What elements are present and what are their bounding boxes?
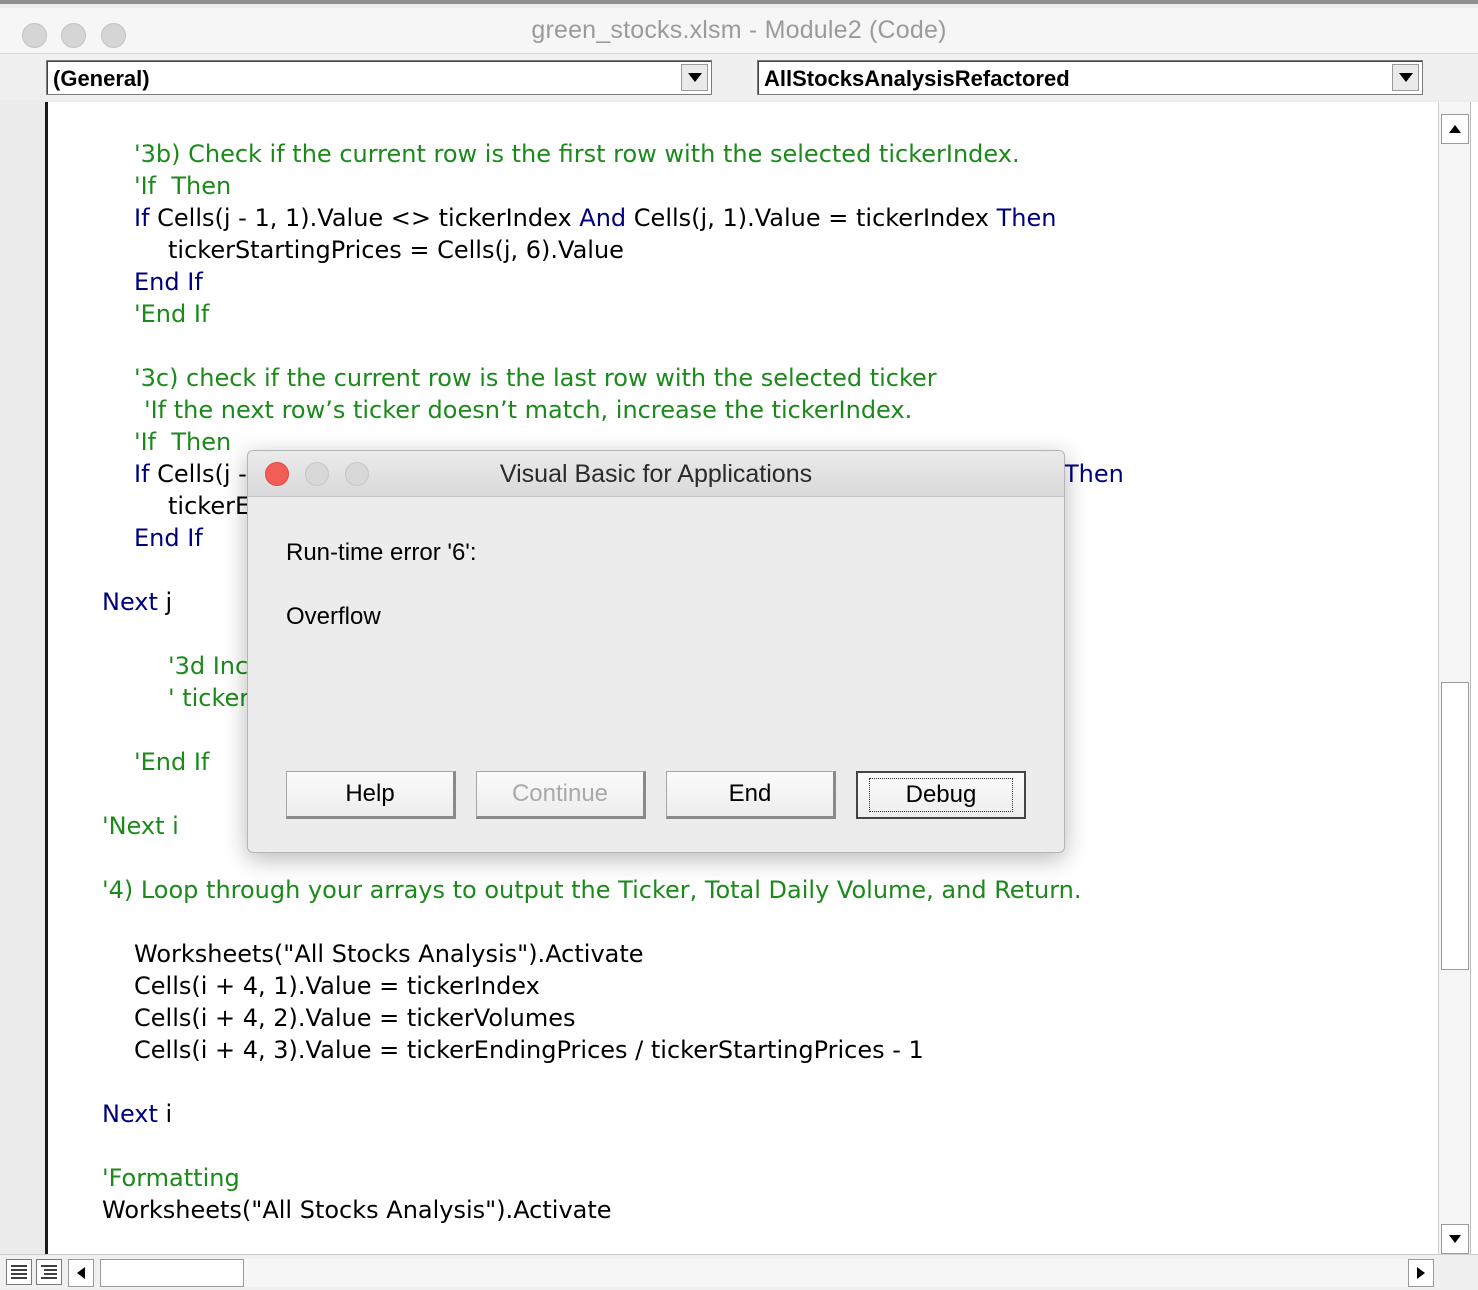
object-dropdown[interactable]: (General)	[46, 60, 712, 95]
comment-token: '3c) check if the current row is the las…	[134, 364, 937, 392]
vertical-scroll-thumb[interactable]	[1441, 682, 1469, 970]
runtime-error-dialog: Visual Basic for Applications Run-time e…	[247, 450, 1065, 853]
code-window-dropdown-bar: (General) AllStocksAnalysisRefactored	[0, 54, 1478, 100]
vba-editor-window: green_stocks.xlsm - Module2 (Code) (Gene…	[0, 0, 1478, 1290]
continue-button-label: Continue	[511, 780, 609, 807]
end-button[interactable]: End	[666, 771, 836, 819]
code-line[interactable]: 'End If	[134, 298, 209, 330]
comment-token: 'If the next row’s ticker doesn’t match,…	[144, 396, 913, 424]
code-line[interactable]: 'If the next row’s ticker doesn’t match,…	[144, 394, 912, 426]
code-line[interactable]: End If	[134, 266, 203, 298]
code-line[interactable]: End If	[134, 522, 203, 554]
code-line[interactable]: If Cells(j - 1, 1).Value <> tickerIndex …	[134, 202, 1057, 234]
triangle-right-icon[interactable]	[1408, 1259, 1434, 1287]
keyword-token: If	[134, 204, 150, 232]
code-line[interactable]: Then	[1064, 458, 1124, 490]
comment-token: '3b) Check if the current row is the fir…	[134, 140, 1020, 168]
window-title: green_stocks.xlsm - Module2 (Code)	[531, 16, 947, 44]
comment-token: 'End If	[134, 300, 210, 328]
code-token: tickerE	[168, 492, 251, 520]
end-button-label: End	[728, 780, 772, 807]
code-line[interactable]: '3b) Check if the current row is the fir…	[134, 138, 1020, 170]
help-button[interactable]: Help	[286, 771, 456, 819]
code-token: Cells(i + 4, 2).Value = tickerVolumes	[134, 1004, 576, 1032]
error-code-text: Run-time error '6':	[286, 539, 477, 566]
full-module-view-icon[interactable]	[36, 1259, 62, 1285]
title-bar: green_stocks.xlsm - Module2 (Code)	[0, 8, 1478, 54]
code-token: j	[157, 588, 173, 616]
comment-token: 'If Then	[134, 428, 232, 456]
code-line[interactable]: Next i	[102, 1098, 172, 1130]
code-token: i	[157, 1100, 173, 1128]
keyword-token: If	[134, 460, 150, 488]
code-line[interactable]: Cells(i + 4, 3).Value = tickerEndingPric…	[134, 1034, 924, 1066]
code-token: Worksheets("All Stocks Analysis").Activa…	[102, 1196, 612, 1224]
code-line[interactable]: If Cells(j -	[134, 458, 247, 490]
comment-token: 'Next i	[102, 812, 179, 840]
code-line[interactable]: Worksheets("All Stocks Analysis").Activa…	[134, 938, 644, 970]
keyword-token: End If	[134, 268, 203, 296]
debug-button-label: Debug	[868, 778, 1014, 812]
dialog-title-bar: Visual Basic for Applications	[248, 451, 1064, 497]
keyword-token: End If	[134, 524, 203, 552]
object-dropdown-value: (General)	[53, 66, 150, 91]
vertical-scrollbar[interactable]	[1438, 102, 1470, 1254]
code-token: Cells(i + 4, 3).Value = tickerEndingPric…	[134, 1036, 924, 1064]
code-token: tickerStartingPrices = Cells(j, 6).Value	[168, 236, 624, 264]
code-line[interactable]: 'Next i	[102, 810, 179, 842]
code-line[interactable]: '3c) check if the current row is the las…	[134, 362, 937, 394]
triangle-up-icon[interactable]	[1441, 114, 1469, 144]
code-token: Cells(j -	[149, 460, 247, 488]
continue-button: Continue	[476, 771, 646, 819]
dialog-title: Visual Basic for Applications	[499, 460, 813, 488]
keyword-token: And	[579, 204, 627, 232]
code-token: Cells(j, 1).Value = tickerIndex	[626, 204, 997, 232]
procedure-view-icon[interactable]	[6, 1259, 32, 1285]
code-line[interactable]: Cells(i + 4, 1).Value = tickerIndex	[134, 970, 540, 1002]
code-line[interactable]: '3d Inc	[168, 650, 248, 682]
error-message-text: Overflow	[286, 603, 381, 630]
comment-token: 'End If	[134, 748, 210, 776]
keyword-token: Then	[996, 204, 1057, 232]
code-line[interactable]: Next j	[102, 586, 172, 618]
horizontal-scroll-thumb[interactable]	[100, 1259, 244, 1287]
comment-token: '4) Loop through your arrays to output t…	[102, 876, 1082, 904]
comment-token: ' ticker	[168, 684, 250, 712]
keyword-token: Next	[102, 588, 158, 616]
triangle-left-icon[interactable]	[68, 1259, 94, 1287]
debug-button[interactable]: Debug	[856, 771, 1026, 819]
chevron-down-icon[interactable]	[681, 64, 708, 91]
code-token: Cells(i + 4, 1).Value = tickerIndex	[134, 972, 540, 1000]
keyword-token: Next	[102, 1100, 158, 1128]
procedure-dropdown[interactable]: AllStocksAnalysisRefactored	[757, 60, 1423, 95]
code-line[interactable]: Cells(i + 4, 2).Value = tickerVolumes	[134, 1002, 576, 1034]
code-line[interactable]: 'Formatting	[102, 1162, 240, 1194]
comment-token: 'Formatting	[102, 1164, 240, 1192]
code-line[interactable]: Worksheets("All Stocks Analysis").Activa…	[102, 1194, 612, 1226]
code-line[interactable]: 'If Then	[134, 426, 231, 458]
code-token: Cells(j - 1, 1).Value <> tickerIndex	[149, 204, 580, 232]
bottom-bar	[0, 1254, 1478, 1290]
comment-token: 'If Then	[134, 172, 232, 200]
code-token: Worksheets("All Stocks Analysis").Activa…	[134, 940, 644, 968]
code-line[interactable]: tickerStartingPrices = Cells(j, 6).Value	[168, 234, 624, 266]
help-button-label: Help	[345, 780, 395, 807]
procedure-dropdown-value: AllStocksAnalysisRefactored	[764, 66, 1070, 91]
code-line[interactable]: 'End If	[134, 746, 209, 778]
triangle-down-icon[interactable]	[1441, 1224, 1469, 1254]
comment-token: '3d Inc	[168, 652, 249, 680]
keyword-token: Then	[1064, 460, 1124, 488]
code-line[interactable]: ' ticker	[168, 682, 249, 714]
code-line[interactable]: 'If Then	[134, 170, 231, 202]
window-edge	[1470, 102, 1478, 1254]
code-line[interactable]: tickerE	[168, 490, 250, 522]
horizontal-scroll-track[interactable]	[244, 1259, 1408, 1287]
code-line[interactable]: '4) Loop through your arrays to output t…	[102, 874, 1081, 906]
chevron-down-icon[interactable]	[1392, 64, 1419, 91]
